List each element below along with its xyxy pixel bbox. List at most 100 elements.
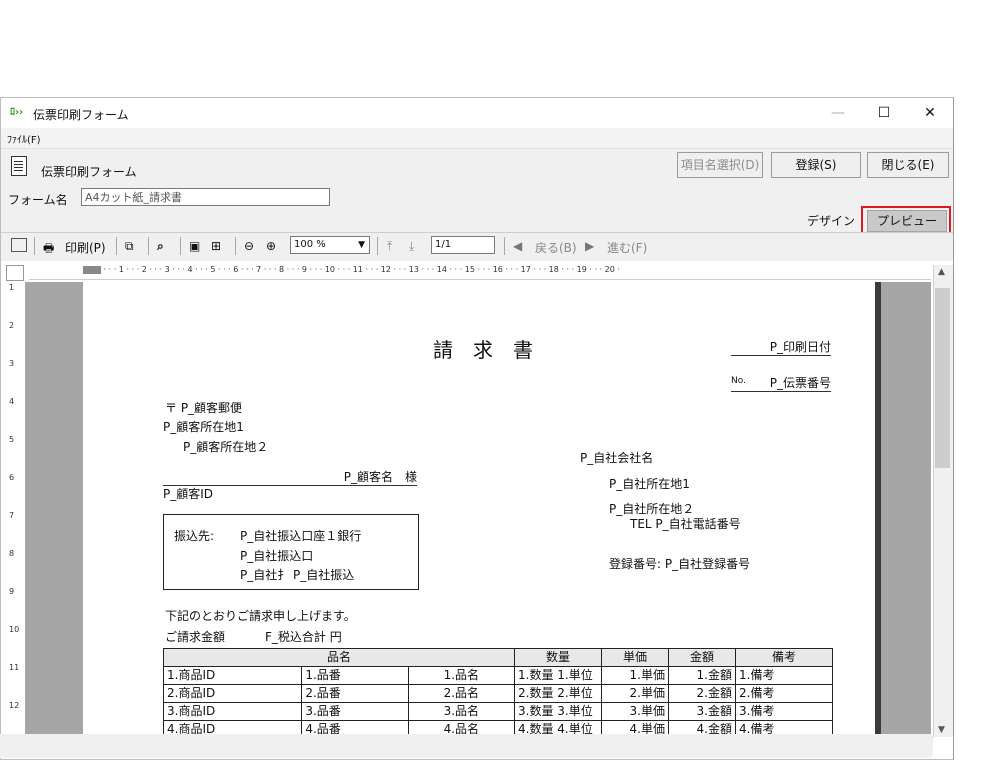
ruler-left-tick: 12 <box>9 701 20 710</box>
table-cell: 2.数量 2.単位 <box>514 684 602 703</box>
ruler-left-tick: 10 <box>9 625 20 634</box>
window-title: 伝票印刷フォーム <box>33 108 129 122</box>
customer-name: P_顧客名 様 <box>343 470 417 484</box>
form-header-title: 伝票印刷フォーム <box>41 165 137 179</box>
ruler-left: 1 2 3 4 5 6 7 8 9 10 11 12 <box>5 281 25 737</box>
tab-design[interactable]: デザイン <box>807 212 855 229</box>
slip-number: P_伝票番号 <box>731 374 831 392</box>
ruler-left-tick: 1 <box>9 283 15 292</box>
forward-button[interactable]: 進む(F) <box>607 239 647 256</box>
close-button[interactable]: 閉じる(E) <box>867 152 949 178</box>
ruler-left-tick: 9 <box>9 587 15 596</box>
intro-text: 下記のとおりご請求申し上げます。 <box>165 609 356 623</box>
ruler-top: · · · 1 · · · 2 · · · 3 · · · 4 · · · 5 … <box>29 265 931 280</box>
table-cell: 3.金額 <box>668 702 736 721</box>
customer-id: P_顧客ID <box>163 487 214 501</box>
print-button[interactable]: 印刷(P) <box>65 239 106 256</box>
table-cell: 2.商品ID <box>163 684 303 703</box>
zoom-out-icon[interactable]: ⊖ <box>244 239 254 253</box>
zoom-value: 100 % <box>294 239 326 250</box>
ruler-left-tick: 7 <box>9 511 15 520</box>
chevron-down-icon: ▼ <box>358 240 365 250</box>
table-mask <box>0 734 932 758</box>
invoice-items-table: 品名 数量 単価 金額 備考 1.商品ID 1.品番 1.品名 1.数量 1.単位 1.… <box>163 648 833 734</box>
company-tel: TEL P_自社電話番号 <box>630 517 741 531</box>
toolbar-separator <box>504 237 505 255</box>
document-icon <box>11 156 27 176</box>
menu-bar <box>1 128 953 148</box>
page-number-input[interactable]: 1/1 <box>431 236 495 254</box>
find-icon[interactable]: ⌕ <box>157 239 164 254</box>
table-cell: 1.品名 <box>407 666 516 685</box>
vertical-scroll-thumb[interactable] <box>935 288 950 468</box>
app-icon: ﾛ›› <box>10 107 24 118</box>
printer-icon[interactable]: 🖶 <box>43 239 54 260</box>
header-quantity: 数量 <box>514 648 602 667</box>
ruler-left-tick: 4 <box>9 397 15 406</box>
ruler-left-tick: 2 <box>9 321 15 330</box>
page-setup-icon[interactable] <box>11 238 27 252</box>
customer-postal: 〒 P_顧客郵便 <box>165 401 243 415</box>
ruler-left-tick: 11 <box>9 663 20 672</box>
multi-page-icon[interactable]: ⊞ <box>211 239 221 253</box>
toolbar-separator <box>34 237 35 255</box>
scroll-up-icon[interactable]: ▲ <box>938 267 945 277</box>
company-registration-number: 登録番号: P_自社登録番号 <box>609 557 751 571</box>
table-cell: 2.備考 <box>735 684 833 703</box>
back-icon[interactable]: ◀ <box>513 239 522 253</box>
table-cell: 2.品名 <box>407 684 516 703</box>
ruler-top-ticks: · · · 1 · · · 2 · · · 3 · · · 4 · · · 5 … <box>103 265 620 274</box>
form-name-input[interactable]: A4カット紙_請求書 <box>81 188 330 206</box>
bank-line-2: P_自社振込口 <box>240 549 314 563</box>
table-cell: 1.金額 <box>668 666 736 685</box>
last-page-icon[interactable]: ⤓ <box>409 239 414 254</box>
ruler-corner <box>6 265 24 281</box>
table-cell: 3.単価 <box>601 702 669 721</box>
ruler-left-tick: 6 <box>9 473 15 482</box>
close-window-button[interactable]: ✕ <box>907 98 953 128</box>
toolbar-separator <box>180 237 181 255</box>
toolbar-separator <box>235 237 236 255</box>
scroll-down-icon[interactable]: ▼ <box>938 725 945 735</box>
back-button[interactable]: 戻る(B) <box>535 239 577 256</box>
customer-name-line: P_顧客名 様 <box>163 468 417 486</box>
amount-label: ご請求金額 <box>165 630 226 644</box>
ruler-left-tick: 8 <box>9 549 15 558</box>
title-bar: ﾛ›› 伝票印刷フォーム — ☐ ✕ <box>1 98 953 128</box>
toolbar-separator <box>148 237 149 255</box>
header-unit-price: 単価 <box>601 648 669 667</box>
table-cell: 2.金額 <box>668 684 736 703</box>
table-cell: 2.単価 <box>601 684 669 703</box>
header-item-name: 品名 <box>163 648 515 667</box>
form-name-label: フォーム名 <box>8 193 68 207</box>
forward-icon[interactable]: ▶ <box>585 239 594 253</box>
customer-address-2: P_顧客所在地２ <box>183 440 269 454</box>
bank-info-box: 振込先: P_自社振込口座１銀行 P_自社振込口 P_自社扌 P_自社振込 <box>163 514 419 590</box>
print-date: P_印刷日付 <box>731 338 831 356</box>
bank-line-3: P_自社扌 P_自社振込 <box>240 568 355 582</box>
copy-icon[interactable]: ⧉ <box>125 239 134 254</box>
company-address-1: P_自社所在地1 <box>609 477 690 491</box>
table-row: 3.商品ID 3.品番 3.品名 3.数量 3.単位 3.単価 3.金額 3.備考 <box>163 702 833 721</box>
table-cell: 1.数量 1.単位 <box>514 666 602 685</box>
header-remarks: 備考 <box>735 648 833 667</box>
single-page-icon[interactable]: ▣ <box>189 239 200 253</box>
invoice-title: 請 求 書 <box>433 338 533 362</box>
toolbar-separator <box>377 237 378 255</box>
menu-file[interactable]: ﾌｧｲﾙ(F) <box>7 131 41 146</box>
toolbar-separator <box>116 237 117 255</box>
table-row: 1.商品ID 1.品番 1.品名 1.数量 1.単位 1.単価 1.金額 1.備考 <box>163 666 833 685</box>
page-shadow <box>875 282 881 734</box>
zoom-select[interactable]: 100 % ▼ <box>290 236 370 254</box>
maximize-button[interactable]: ☐ <box>861 98 907 128</box>
customer-address-1: P_顧客所在地1 <box>163 420 244 434</box>
minimize-button[interactable]: — <box>815 98 861 128</box>
table-cell: 1.単価 <box>601 666 669 685</box>
amount-value: F_税込合計 円 <box>265 630 342 644</box>
first-page-icon[interactable]: ⤒ <box>387 239 392 254</box>
zoom-in-icon[interactable]: ⊕ <box>266 239 276 253</box>
table-cell: 3.品番 <box>301 702 409 721</box>
register-button[interactable]: 登録(S) <box>771 152 861 178</box>
item-select-button[interactable]: 項目名選択(D) <box>677 152 763 178</box>
table-cell: 1.品番 <box>301 666 409 685</box>
